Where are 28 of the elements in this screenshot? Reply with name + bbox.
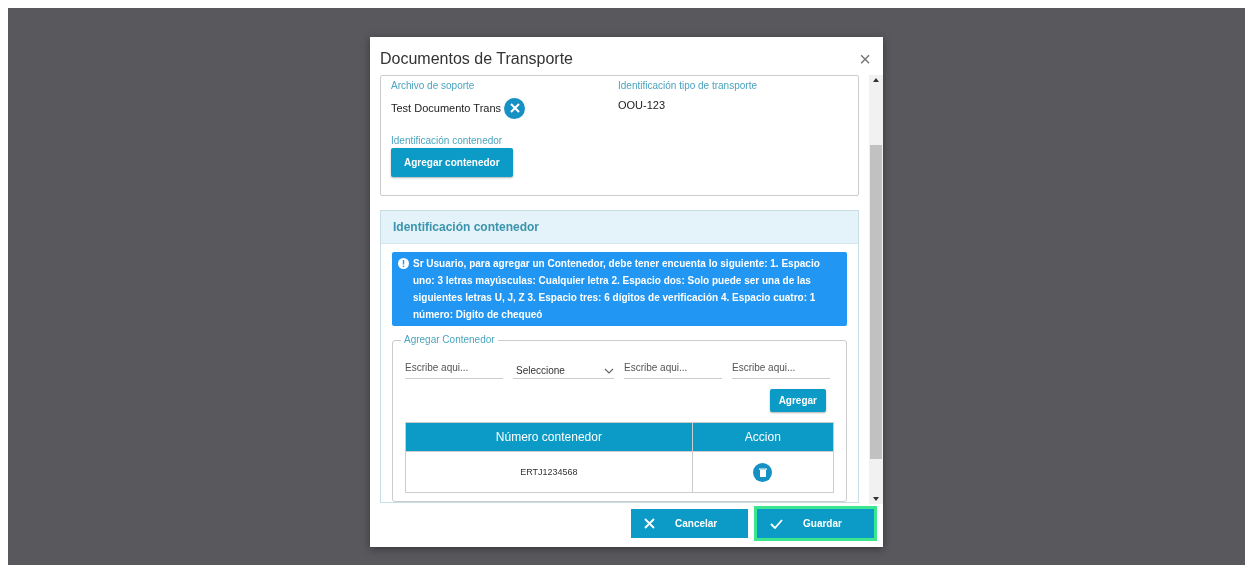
close-button[interactable]: × (859, 49, 871, 69)
remove-file-button[interactable] (504, 97, 526, 119)
scrollbar[interactable] (869, 75, 883, 504)
info-icon (398, 258, 409, 269)
delete-button[interactable] (753, 462, 773, 482)
save-button[interactable]: Guardar (757, 509, 874, 538)
check-icon (770, 518, 783, 529)
close-icon (644, 518, 655, 529)
select-field[interactable]: Seleccione (513, 361, 614, 379)
panel-header: Identificación contenedor (381, 211, 858, 244)
trash-icon (758, 467, 767, 477)
field-label: Archivo de soporte (391, 80, 476, 91)
column-header: Número contenedor (405, 422, 693, 452)
column-header: Accion (692, 422, 834, 452)
field-value: OOU-123 (618, 99, 666, 111)
table-cell: ERTJ1234568 (405, 451, 693, 493)
info-text: Sr Usuario, para agregar un Contenedor, debe tener encuenta lo siguiente: 1. Espacio uno: 3 letras mayúsculas: Cualquier letra 2. Espacio dos: Solo puede ser una de las siguientes letras U, J, Z 3. Espacio tres: 6 dígitos de verificación 4. Espacio cuatro: 1 número: Digito de chequeó (413, 257, 821, 322)
chevron-down-icon (604, 367, 614, 374)
field-label: Identificación tipo de transporte (618, 80, 758, 91)
fieldset-legend: Agregar Contenedor (401, 334, 498, 345)
add-container-button[interactable]: Agregar contenedor (391, 148, 513, 177)
add-button[interactable]: Agregar (769, 389, 826, 412)
scrollbar-thumb[interactable] (870, 145, 882, 459)
close-icon (509, 103, 520, 113)
field-label: Identificación contenedor (391, 135, 504, 146)
field-value: Test Documento Trans (391, 102, 502, 114)
cancel-button[interactable]: Cancelar (631, 509, 748, 538)
dialog-title: Documentos de Transporte (380, 50, 573, 68)
